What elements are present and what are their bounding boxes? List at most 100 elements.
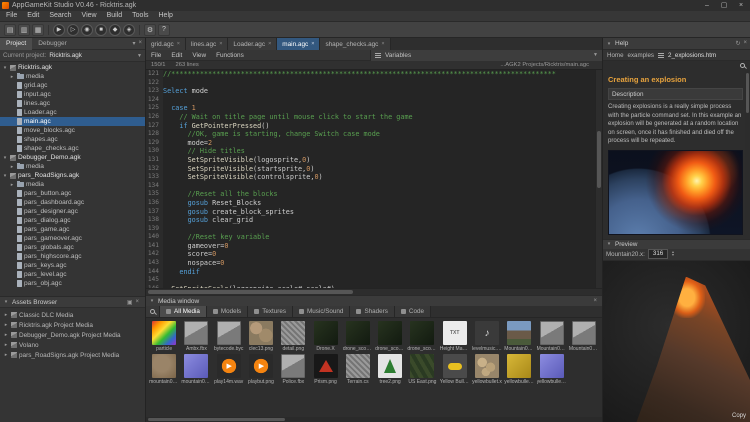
media-item[interactable]: mountain01_col.png [148, 353, 180, 386]
close-icon[interactable]: × [177, 41, 180, 47]
code-line[interactable]: 125 case 1 [146, 104, 602, 113]
chevron-down-icon[interactable]: ▾ [149, 298, 155, 304]
export-button[interactable]: ◈ [123, 24, 135, 36]
code-line[interactable]: 135 //Reset all the blocks [146, 190, 602, 199]
code-line[interactable]: 144 endif [146, 268, 602, 277]
tree-item-pars-level-agc[interactable]: pars_level.agc [0, 270, 145, 279]
asset-item-ricktris-agk-project-media[interactable]: ▸Ricktris.agk Project Media [0, 320, 145, 330]
media-tab-textures[interactable]: Textures [248, 306, 293, 317]
tree-item-media[interactable]: ▸media [0, 180, 145, 189]
tree-item-pars-designer-agc[interactable]: pars_designer.agc [0, 207, 145, 216]
preview-value-field[interactable]: 316 [648, 249, 668, 259]
media-tab-all-media[interactable]: All Media [160, 306, 207, 317]
code-line[interactable]: 136 gosub Reset_Blocks [146, 199, 602, 208]
editor-tab-grid-agc[interactable]: grid.agc× [146, 38, 186, 50]
media-tab-code[interactable]: Code [395, 306, 431, 317]
stepper-down-icon[interactable]: ▼ [671, 254, 674, 258]
code-line[interactable]: 123Select mode [146, 87, 602, 96]
media-item[interactable]: levelmusic.ogg [471, 320, 503, 353]
breadcrumb-examples[interactable]: examples [628, 52, 654, 59]
tree-item-pars-obj-agc[interactable]: pars_obj.agc [0, 279, 145, 288]
code-line[interactable]: 129 mode=2 [146, 139, 602, 148]
media-item[interactable]: clec13.png [245, 320, 277, 353]
tree-item-pars-highscore-agc[interactable]: pars_highscore.agc [0, 252, 145, 261]
media-item[interactable]: Police.fbx [277, 353, 309, 386]
tree-item-pars-dialog-agc[interactable]: pars_dialog.agc [0, 216, 145, 225]
media-item[interactable]: tree2.png [374, 353, 406, 386]
tree-item-move-blocks-agc[interactable]: move_blocks.agc [0, 126, 145, 135]
dock-icon[interactable]: ▣ [127, 299, 133, 306]
close-icon[interactable]: × [138, 40, 142, 47]
code-line[interactable]: 145 [146, 276, 602, 285]
editor-menu-functions[interactable]: Functions [211, 52, 249, 59]
copy-button[interactable]: Copy [732, 413, 746, 419]
menu-edit[interactable]: Edit [22, 11, 44, 21]
tree-item-pars-roadsigns-agk[interactable]: ▾pars_RoadSigns.agk [0, 171, 145, 180]
tree-item-input-agc[interactable]: input.agc [0, 90, 145, 99]
media-item[interactable]: Mountain01.jpg [503, 320, 535, 353]
preview-3d-view[interactable]: Copy [603, 261, 750, 422]
compile-button[interactable]: ◆ [109, 24, 121, 36]
media-item[interactable]: play14m.wav [213, 353, 245, 386]
media-item[interactable]: yellowbullet.x [471, 353, 503, 386]
media-item[interactable]: Mountain01.fbx [568, 320, 600, 353]
tree-item-pars-keys-agc[interactable]: pars_keys.agc [0, 261, 145, 270]
asset-item-debugger-demo-agk-project-media[interactable]: ▸Debugger_Demo.agk Project Media [0, 330, 145, 340]
tree-item-media[interactable]: ▸media [0, 72, 145, 81]
settings-button[interactable]: ⚙ [144, 24, 156, 36]
tree-item-pars-dashboard-agc[interactable]: pars_dashboard.agc [0, 198, 145, 207]
media-item[interactable]: yellowbullet_N.png [535, 353, 567, 386]
code-line[interactable]: 142 score=0 [146, 250, 602, 259]
chevron-down-icon[interactable]: ▼ [137, 53, 142, 59]
code-line[interactable]: 139 [146, 225, 602, 234]
code-line[interactable]: 130 // Hide titles [146, 147, 602, 156]
editor-tab-lines-agc[interactable]: lines.agc× [186, 38, 228, 50]
media-item[interactable]: Ambx.fbx [180, 320, 212, 353]
tree-item-pars-game-agc[interactable]: pars_game.agc [0, 225, 145, 234]
menu-file[interactable]: File [1, 11, 22, 21]
code-line[interactable]: 138 gosub clear_grid [146, 216, 602, 225]
editor-tab-shape-checks-agc[interactable]: shape_checks.agc× [320, 38, 390, 50]
media-tab-music-sound[interactable]: Music/Sound [293, 306, 350, 317]
media-item[interactable]: yellowbullet_D.png [503, 353, 535, 386]
help-button[interactable]: ? [158, 24, 170, 36]
menu-icon[interactable] [658, 53, 664, 58]
tree-item-pars-button-agc[interactable]: pars_button.agc [0, 189, 145, 198]
close-icon[interactable]: × [219, 41, 222, 47]
menu-search[interactable]: Search [44, 11, 76, 21]
stop-button[interactable]: ■ [95, 24, 107, 36]
code-line[interactable]: 128 //OK, game is starting, change Switc… [146, 130, 602, 139]
asset-item-volano[interactable]: ▸Volano [0, 340, 145, 350]
close-icon[interactable]: × [268, 41, 271, 47]
code-line[interactable]: 134 [146, 182, 602, 191]
media-item[interactable]: Terrain.cs [342, 353, 374, 386]
editor-menu-file[interactable]: File [146, 52, 166, 59]
broadcast-button[interactable]: ◉ [81, 24, 93, 36]
code-line[interactable]: 141 gameover=0 [146, 242, 602, 251]
code-line[interactable]: 124 [146, 96, 602, 105]
tab-project[interactable]: Project [0, 38, 32, 50]
media-item[interactable]: bytecode.byc [213, 320, 245, 353]
code-line[interactable]: 140 //Reset key variable [146, 233, 602, 242]
scrollbar-thumb[interactable] [148, 418, 285, 421]
code-editor[interactable]: 121//***********************************… [146, 70, 602, 288]
breadcrumb-home[interactable]: Home [607, 52, 624, 59]
tree-item-shape-checks-agc[interactable]: shape_checks.agc [0, 144, 145, 153]
tab-debugger[interactable]: Debugger [32, 38, 73, 50]
code-line[interactable]: 132 SetSpriteVisible(startsprite,0) [146, 165, 602, 174]
open-project-button[interactable]: ▥ [18, 24, 30, 36]
tree-item-shapes-agc[interactable]: shapes.agc [0, 135, 145, 144]
save-file-button[interactable]: ▦ [32, 24, 44, 36]
run-debug-button[interactable]: ▷ [67, 24, 79, 36]
menu-tools[interactable]: Tools [127, 11, 153, 21]
asset-item-classic-dlc-media[interactable]: ▸Classic DLC Media [0, 310, 145, 320]
media-item[interactable]: US East.png [406, 353, 438, 386]
scrollbar-thumb[interactable] [597, 131, 601, 188]
code-line[interactable]: 122 [146, 79, 602, 88]
editor-vertical-scrollbar[interactable] [595, 70, 602, 288]
media-tab-models[interactable]: Models [207, 306, 248, 317]
media-item[interactable]: Drone.X [309, 320, 341, 353]
chevron-down-icon[interactable]: ▾ [606, 241, 612, 247]
close-icon[interactable]: × [135, 299, 139, 306]
editor-tab-main-agc[interactable]: main.agc× [277, 38, 320, 50]
